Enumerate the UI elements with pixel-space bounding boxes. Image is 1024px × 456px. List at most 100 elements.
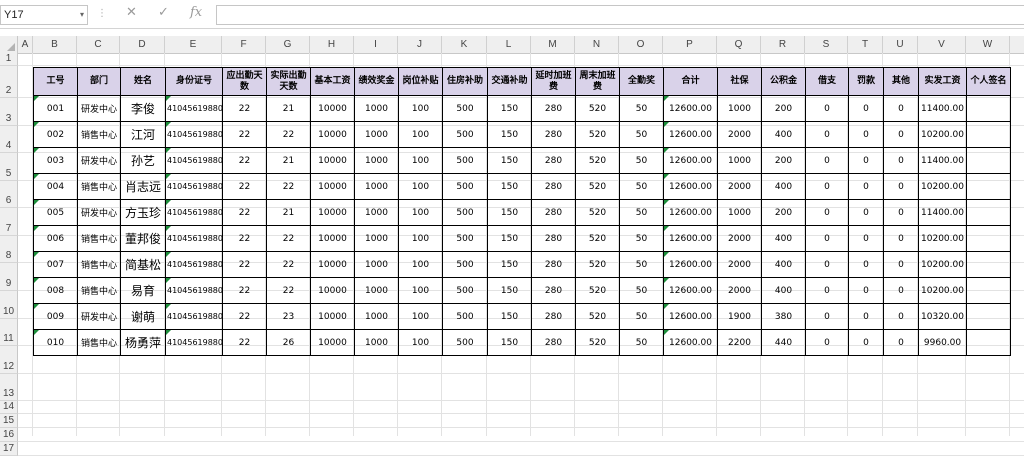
column-header-s[interactable]: S [805,36,848,53]
table-cell[interactable]: 1000 [354,121,399,148]
table-cell[interactable]: 0 [805,303,849,330]
table-cell[interactable] [966,199,1011,226]
table-cell[interactable]: 500 [442,147,488,174]
table-cell[interactable]: 21 [266,147,311,174]
table-cell[interactable]: 1000 [354,199,399,226]
table-cell[interactable]: 0 [883,173,919,200]
table-cell[interactable]: 22 [266,173,311,200]
table-cell[interactable]: 22 [222,173,267,200]
column-header-f[interactable]: F [222,36,266,53]
table-cell[interactable]: 12600.00 [663,303,718,330]
column-header-t[interactable]: T [848,36,883,53]
row-header-15[interactable]: 15 [0,414,18,428]
table-cell[interactable]: 10200.00 [918,251,967,278]
table-cell[interactable]: 22 [222,147,267,174]
table-cell[interactable]: 简基松 [120,251,166,278]
table-cell[interactable]: 10000 [310,277,355,304]
table-cell[interactable]: 500 [442,95,488,122]
table-cell[interactable]: 0 [883,303,919,330]
name-box[interactable]: Y17 ▾ [0,5,88,25]
header-cell[interactable]: 岗位补贴 [398,67,443,96]
column-header-k[interactable]: K [442,36,487,53]
table-cell[interactable]: 410456198809085214 [165,147,223,174]
table-cell[interactable]: 10000 [310,199,355,226]
table-cell[interactable]: 520 [575,121,620,148]
table-cell[interactable]: 10200.00 [918,121,967,148]
table-cell[interactable]: 22 [222,95,267,122]
table-cell[interactable]: 150 [487,277,532,304]
table-cell[interactable]: 005 [33,199,78,226]
chevron-down-icon[interactable]: ▾ [80,6,84,24]
table-cell[interactable]: 520 [575,303,620,330]
table-cell[interactable]: 150 [487,147,532,174]
table-cell[interactable]: 22 [266,225,311,252]
table-cell[interactable]: 1900 [717,303,762,330]
header-cell[interactable]: 工号 [33,67,78,96]
table-cell[interactable]: 10000 [310,173,355,200]
table-cell[interactable]: 50 [619,251,664,278]
table-cell[interactable]: 董邦俊 [120,225,166,252]
header-cell[interactable]: 基本工资 [310,67,355,96]
table-cell[interactable]: 0 [883,121,919,148]
table-cell[interactable]: 410456198809085214 [165,199,223,226]
table-cell[interactable]: 520 [575,173,620,200]
table-cell[interactable]: 11400.00 [918,147,967,174]
table-cell[interactable]: 280 [531,173,576,200]
table-cell[interactable]: 410456198809085214 [165,95,223,122]
header-cell[interactable]: 公积金 [761,67,806,96]
table-cell[interactable]: 280 [531,303,576,330]
table-cell[interactable]: 50 [619,329,664,356]
table-cell[interactable]: 400 [761,225,806,252]
table-cell[interactable]: 10000 [310,147,355,174]
table-cell[interactable]: 50 [619,95,664,122]
select-all-button[interactable] [0,36,18,53]
table-cell[interactable]: 10000 [310,251,355,278]
table-cell[interactable]: 研发中心 [77,199,121,226]
table-cell[interactable]: 0 [883,199,919,226]
column-header-g[interactable]: G [266,36,310,53]
table-cell[interactable]: 12600.00 [663,329,718,356]
table-cell[interactable]: 0 [883,95,919,122]
row-header-17[interactable]: 17 [0,442,18,456]
table-cell[interactable]: 100 [398,251,443,278]
table-cell[interactable]: 10000 [310,121,355,148]
check-icon[interactable]: ✓ [158,5,169,20]
table-cell[interactable]: 006 [33,225,78,252]
table-cell[interactable]: 100 [398,95,443,122]
table-cell[interactable]: 0 [848,277,884,304]
header-cell[interactable]: 交通补助 [487,67,532,96]
table-cell[interactable]: 0 [805,95,849,122]
table-cell[interactable]: 200 [761,199,806,226]
table-cell[interactable]: 0 [883,147,919,174]
table-cell[interactable]: 410456198809085214 [165,173,223,200]
table-cell[interactable]: 400 [761,251,806,278]
table-cell[interactable]: 9960.00 [918,329,967,356]
table-cell[interactable]: 10320.00 [918,303,967,330]
table-cell[interactable]: 销售中心 [77,277,121,304]
table-cell[interactable]: 江河 [120,121,166,148]
table-cell[interactable]: 50 [619,303,664,330]
table-cell[interactable]: 150 [487,199,532,226]
table-cell[interactable]: 2000 [717,251,762,278]
table-cell[interactable]: 12600.00 [663,277,718,304]
table-cell[interactable]: 杨勇萍 [120,329,166,356]
column-header-m[interactable]: M [531,36,575,53]
header-cell[interactable]: 全勤奖 [619,67,664,96]
header-cell[interactable]: 延时加班费 [531,67,576,96]
table-cell[interactable]: 100 [398,173,443,200]
table-cell[interactable]: 150 [487,329,532,356]
header-cell[interactable]: 住房补助 [442,67,488,96]
table-cell[interactable]: 谢萌 [120,303,166,330]
table-cell[interactable]: 100 [398,199,443,226]
table-cell[interactable]: 销售中心 [77,173,121,200]
column-header-u[interactable]: U [883,36,918,53]
table-cell[interactable]: 1000 [354,173,399,200]
table-cell[interactable]: 1000 [354,147,399,174]
table-cell[interactable]: 007 [33,251,78,278]
table-cell[interactable]: 280 [531,95,576,122]
table-cell[interactable]: 22 [222,121,267,148]
table-cell[interactable]: 100 [398,303,443,330]
table-cell[interactable]: 0 [848,95,884,122]
table-cell[interactable]: 100 [398,147,443,174]
table-cell[interactable]: 0 [848,173,884,200]
